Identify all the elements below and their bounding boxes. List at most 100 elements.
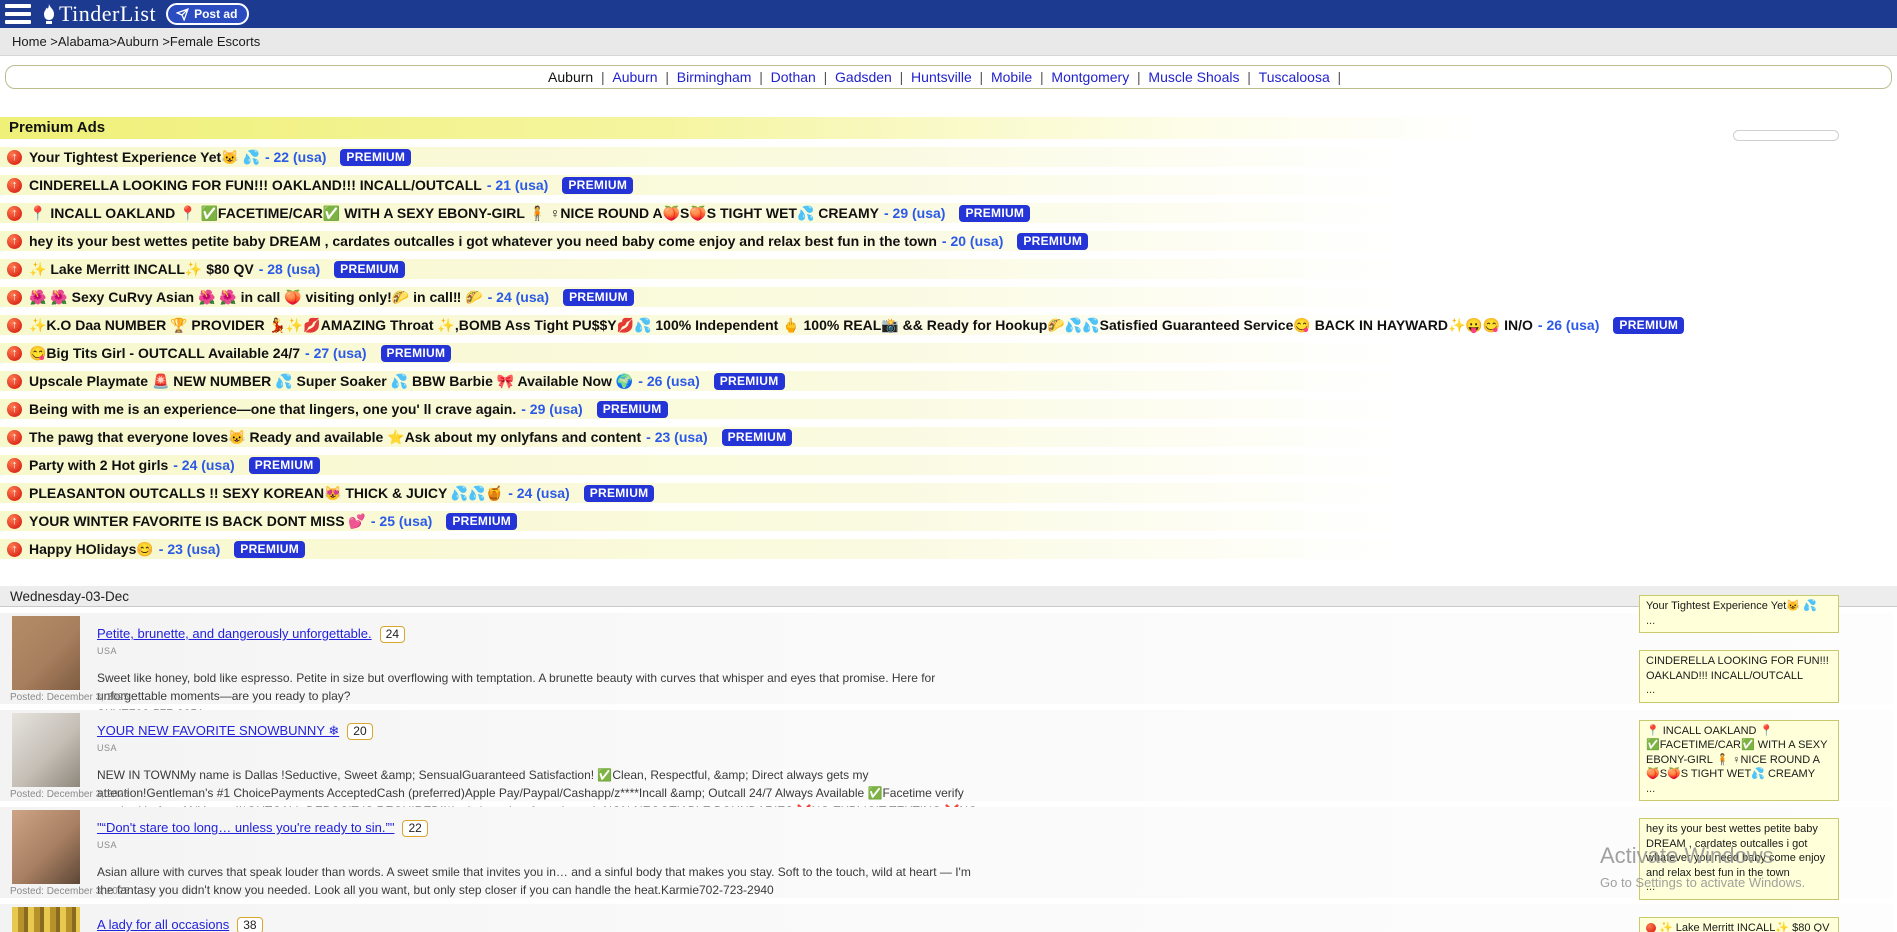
sidebar-ad-more: ... — [1646, 782, 1832, 797]
premium-ad-age: - 27 (usa) — [305, 345, 366, 361]
listing-thumbnail[interactable] — [12, 713, 80, 787]
posted-date: Posted: December 3, 2025 — [10, 692, 129, 703]
city-link[interactable]: Gadsden — [835, 69, 911, 85]
city-link[interactable]: Dothan — [771, 69, 835, 85]
sidebar-ad-title[interactable]: hey its your best wettes petite baby DRE… — [1646, 823, 1825, 879]
premium-ad-row[interactable]: CINDERELLA LOOKING FOR FUN!!! OAKLAND!!!… — [0, 175, 1897, 195]
premium-ad-title[interactable]: YOUR WINTER FAVORITE IS BACK DONT MISS 💕 — [29, 513, 366, 530]
city-link[interactable]: Mobile — [991, 69, 1051, 85]
premium-ad-age: - 24 (usa) — [173, 457, 234, 473]
premium-ad-title[interactable]: hey its your best wettes petite baby DRE… — [29, 233, 937, 249]
premium-ad-row[interactable]: ✨K.O Daa NUMBER 🏆 PROVIDER 💃✨💋AMAZING Th… — [0, 315, 1897, 335]
horizontal-scrollbar-track[interactable] — [1733, 130, 1839, 141]
premium-ad-row[interactable]: Upscale Playmate 🚨 NEW NUMBER 💦 Super So… — [0, 371, 1897, 391]
premium-ad-title[interactable]: 😋Big Tits Girl - OUTCALL Available 24/7 — [29, 345, 300, 362]
listing-title-link[interactable]: Petite, brunette, and dangerously unforg… — [97, 626, 372, 641]
premium-ad-title[interactable]: Your Tightest Experience Yet😺 💦 — [29, 149, 260, 166]
sidebar-ad-box[interactable]: ✨ Lake Merritt INCALL✨ $80 QV ... — [1639, 917, 1839, 932]
city-link[interactable]: Birmingham — [677, 69, 771, 85]
premium-badge: PREMIUM — [714, 373, 785, 390]
premium-ad-row[interactable]: 🌺 🌺 Sexy CuRvy Asian 🌺 🌺 in call 🍑 visit… — [0, 287, 1897, 307]
top-arrow-icon — [7, 458, 22, 473]
city-link[interactable]: Montgomery — [1051, 69, 1148, 85]
sidebar-ad-title[interactable]: CINDERELLA LOOKING FOR FUN!!! OAKLAND!!!… — [1646, 655, 1829, 682]
torch-flame-icon — [41, 4, 57, 24]
brand-logo[interactable]: TinderList — [41, 1, 156, 27]
listing-title-link[interactable]: YOUR NEW FAVORITE SNOWBUNNY ❄ — [97, 723, 339, 738]
sidebar-ad-more: ... — [1646, 614, 1832, 629]
premium-ad-row[interactable]: hey its your best wettes petite baby DRE… — [0, 231, 1897, 251]
premium-ad-row[interactable]: YOUR WINTER FAVORITE IS BACK DONT MISS 💕… — [0, 511, 1897, 531]
sidebar-ad-title[interactable]: 📍 INCALL OAKLAND 📍 ✅FACETIME/CAR✅ WITH A… — [1646, 725, 1827, 781]
premium-badge: PREMIUM — [959, 205, 1030, 222]
sidebar-ad-box[interactable]: 📍 INCALL OAKLAND 📍 ✅FACETIME/CAR✅ WITH A… — [1639, 720, 1839, 802]
listings-section: Wednesday-03-Dec Petite, brunette, and d… — [0, 586, 1897, 932]
top-arrow-icon — [7, 206, 22, 221]
premium-ad-title[interactable]: PLEASANTON OUTCALLS !! SEXY KOREAN😻 THIC… — [29, 485, 503, 502]
country-label: USA — [97, 840, 1893, 850]
city-link[interactable]: Tuscaloosa — [1259, 69, 1349, 85]
premium-ad-row[interactable]: 😋Big Tits Girl - OUTCALL Available 24/7 … — [0, 343, 1897, 363]
age-badge: 22 — [402, 820, 427, 837]
premium-ad-row[interactable]: 📍 INCALL OAKLAND 📍 ✅FACETIME/CAR✅ WITH A… — [0, 203, 1897, 223]
premium-badge: PREMIUM — [597, 401, 668, 418]
sidebar-ad-title[interactable]: ✨ Lake Merritt INCALL✨ $80 QV — [1659, 922, 1829, 932]
listing-thumbnail[interactable] — [12, 810, 80, 884]
top-arrow-icon — [7, 402, 22, 417]
city-link[interactable]: Huntsville — [911, 69, 991, 85]
listing-thumbnail[interactable] — [12, 616, 80, 690]
premium-ad-row[interactable]: Happy HOlidays😊 - 23 (usa) PREMIUM — [0, 539, 1897, 559]
premium-ad-title[interactable]: 🌺 🌺 Sexy CuRvy Asian 🌺 🌺 in call 🍑 visit… — [29, 289, 483, 306]
post-ad-label: Post ad — [194, 7, 237, 21]
breadcrumb[interactable]: Home >Alabama>Auburn >Female Escorts — [0, 28, 1897, 56]
premium-ad-title[interactable]: Party with 2 Hot girls — [29, 457, 168, 473]
top-navbar: TinderList Post ad — [0, 0, 1897, 28]
premium-ad-age: - 29 (usa) — [884, 205, 945, 221]
premium-ad-title[interactable]: Upscale Playmate 🚨 NEW NUMBER 💦 Super So… — [29, 373, 633, 390]
premium-badge: PREMIUM — [334, 261, 405, 278]
listing-row: Petite, brunette, and dangerously unforg… — [0, 613, 1893, 704]
top-arrow-icon — [7, 542, 22, 557]
listing-thumbnail[interactable] — [12, 907, 80, 932]
top-arrow-icon — [7, 178, 22, 193]
age-badge: 20 — [347, 723, 372, 740]
premium-badge: PREMIUM — [381, 345, 452, 362]
premium-ad-title[interactable]: CINDERELLA LOOKING FOR FUN!!! OAKLAND!!!… — [29, 177, 482, 193]
premium-ad-title[interactable]: 📍 INCALL OAKLAND 📍 ✅FACETIME/CAR✅ WITH A… — [29, 205, 879, 222]
send-icon — [176, 8, 189, 21]
premium-ad-age: - 26 (usa) — [1538, 317, 1599, 333]
premium-ad-row[interactable]: Being with me is an experience—one that … — [0, 399, 1897, 419]
premium-ads-section: Premium Ads Your Tightest Experience Yet… — [0, 117, 1897, 559]
premium-ad-age: - 29 (usa) — [521, 401, 582, 417]
premium-ad-row[interactable]: ✨ Lake Merritt INCALL✨ $80 QV - 28 (usa)… — [0, 259, 1897, 279]
listing-title-link[interactable]: A lady for all occasions — [97, 917, 229, 932]
premium-ad-row[interactable]: PLEASANTON OUTCALLS !! SEXY KOREAN😻 THIC… — [0, 483, 1897, 503]
date-header: Wednesday-03-Dec — [0, 586, 1897, 607]
premium-ad-title[interactable]: The pawg that everyone loves😺 Ready and … — [29, 429, 641, 446]
top-arrow-icon — [7, 234, 22, 249]
premium-ad-row[interactable]: The pawg that everyone loves😺 Ready and … — [0, 427, 1897, 447]
city-link[interactable]: Muscle Shoals — [1148, 69, 1258, 85]
sidebar-ad-title[interactable]: Your Tightest Experience Yet😺 💦 — [1646, 600, 1817, 612]
premium-ad-row[interactable]: Party with 2 Hot girls - 24 (usa) PREMIU… — [0, 455, 1897, 475]
age-badge: 38 — [237, 917, 262, 932]
city-link[interactable]: Auburn — [612, 69, 676, 85]
city-links-bar: Auburn AuburnBirminghamDothanGadsdenHunt… — [5, 65, 1892, 89]
sidebar-ad-box[interactable]: CINDERELLA LOOKING FOR FUN!!! OAKLAND!!!… — [1639, 650, 1839, 703]
post-ad-button[interactable]: Post ad — [166, 3, 249, 25]
premium-ad-title[interactable]: Being with me is an experience—one that … — [29, 401, 516, 417]
premium-ad-age: - 23 (usa) — [646, 429, 707, 445]
sidebar-ad-box[interactable]: hey its your best wettes petite baby DRE… — [1639, 818, 1839, 900]
listing-row: "“Don't stare too long… unless you're re… — [0, 807, 1893, 898]
premium-ad-title[interactable]: ✨K.O Daa NUMBER 🏆 PROVIDER 💃✨💋AMAZING Th… — [29, 317, 1533, 334]
premium-ads-list: Your Tightest Experience Yet😺 💦 - 22 (us… — [0, 147, 1897, 559]
menu-icon[interactable] — [5, 4, 31, 24]
premium-ad-title[interactable]: Happy HOlidays😊 — [29, 541, 154, 558]
sidebar-ad-box[interactable]: Your Tightest Experience Yet😺 💦 ... — [1639, 595, 1839, 633]
premium-ad-row[interactable]: Your Tightest Experience Yet😺 💦 - 22 (us… — [0, 147, 1897, 167]
premium-ad-age: - 23 (usa) — [159, 541, 220, 557]
premium-badge: PREMIUM — [584, 485, 655, 502]
premium-ad-title[interactable]: ✨ Lake Merritt INCALL✨ $80 QV — [29, 261, 254, 278]
listing-title-link[interactable]: "“Don't stare too long… unless you're re… — [97, 820, 394, 835]
premium-badge: PREMIUM — [446, 513, 517, 530]
